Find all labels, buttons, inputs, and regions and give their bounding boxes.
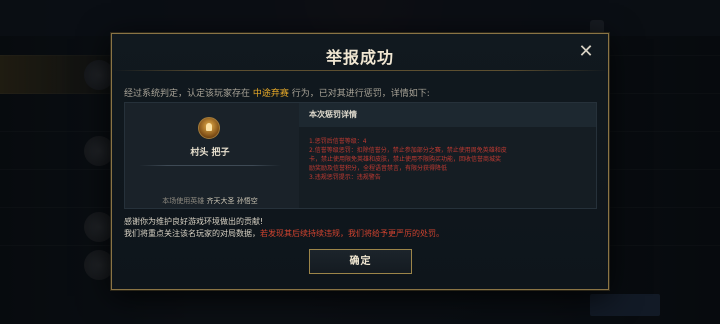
penalty-item: 励奖励及信誉积分，全程语音禁言，有限分获得降低 xyxy=(309,165,448,172)
player-name: 村头 把子 xyxy=(190,148,230,158)
penalty-item: 1.惩罚后信誉等级：4 xyxy=(309,138,367,145)
player-avatar-icon xyxy=(198,117,220,139)
penalty-item: 2.信誉等级惩罚：扣除信誉分，禁止参加部分之赛，禁止使用周免英雄和皮 xyxy=(309,147,507,154)
confirm-button[interactable]: 确定 xyxy=(309,249,412,274)
player-divider xyxy=(139,165,281,166)
reported-player-card: 村头 把子 本场使用英雄 齐天大圣 孙悟空 xyxy=(125,103,295,208)
thanks-line-2-text: 我们将重点关注该名玩家的对局数据， xyxy=(124,229,260,238)
penalty-header: 本次惩罚详情 xyxy=(299,103,596,127)
intro-prefix: 经过系统判定，认定该玩家存在 xyxy=(124,89,251,99)
thanks-warning: 若发现其后续持续违规，我们将给予更严厉的处罚。 xyxy=(260,229,444,238)
close-icon[interactable]: ✕ xyxy=(576,42,596,62)
hero-used: 本场使用英雄 齐天大圣 孙悟空 xyxy=(125,196,295,206)
intro-suffix: 行为，已对其进行惩罚，详情如下: xyxy=(291,89,430,99)
hero-label: 本场使用英雄 xyxy=(162,197,205,205)
thanks-message: 感谢你为维护良好游戏环境做出的贡献! 我们将重点关注该名玩家的对局数据，若发现其… xyxy=(124,216,444,240)
judgement-intro: 经过系统判定，认定该玩家存在 中途弃赛 行为，已对其进行惩罚，详情如下: xyxy=(124,86,430,99)
thanks-line-2: 我们将重点关注该名玩家的对局数据，若发现其后续持续违规，我们将给予更严厉的处罚。 xyxy=(124,228,444,240)
title-divider xyxy=(113,70,607,71)
penalty-list: 1.惩罚后信誉等级：4 2.信誉等级惩罚：扣除信誉分，禁止参加部分之赛，禁止使用… xyxy=(309,137,579,182)
penalty-item: 卡，禁止使用限免英雄和皮肤，禁止使用不限购买功能，回收信誉商城奖 xyxy=(309,156,502,163)
dialog-title: 举报成功 xyxy=(325,48,394,67)
penalty-details: 本次惩罚详情 1.惩罚后信誉等级：4 2.信誉等级惩罚：扣除信誉分，禁止参加部分… xyxy=(299,103,596,208)
penalty-item: 3.违规惩罚提示：违规警告 xyxy=(309,174,381,181)
report-detail-panel: 村头 把子 本场使用英雄 齐天大圣 孙悟空 本次惩罚详情 1.惩罚后信誉等级：4… xyxy=(124,102,597,209)
report-success-dialog: 举报成功 ✕ 经过系统判定，认定该玩家存在 中途弃赛 行为，已对其进行惩罚，详情… xyxy=(111,33,609,290)
violation-type: 中途弃赛 xyxy=(252,89,289,99)
thanks-line-1: 感谢你为维护良好游戏环境做出的贡献! xyxy=(124,217,264,226)
hero-name: 齐天大圣 孙悟空 xyxy=(206,197,258,205)
